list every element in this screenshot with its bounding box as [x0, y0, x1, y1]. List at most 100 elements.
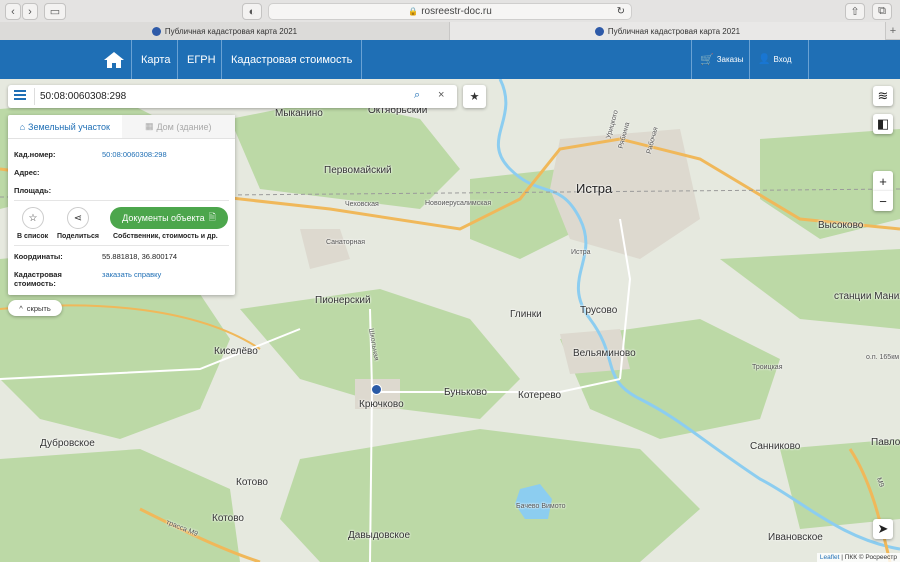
tab-land-plot-label: Земельный участок: [28, 121, 110, 132]
share-label: Поделиться: [57, 233, 100, 240]
browser-tab[interactable]: Публичная кадастровая карта 2021: [0, 22, 450, 40]
favorites-star-icon[interactable]: ★: [463, 85, 486, 108]
map-canvas[interactable]: Мыканино Октябрьский Первомайский Чеховс…: [0, 79, 900, 562]
place-label: Ивановское: [768, 532, 823, 543]
parcel-marker[interactable]: [371, 384, 382, 395]
address-text: rosreestr-doc.ru: [421, 6, 492, 17]
leaflet-link[interactable]: Leaflet: [820, 554, 840, 561]
back-button[interactable]: ‹: [5, 3, 21, 20]
tab-land-plot[interactable]: ⌂ Земельный участок: [8, 115, 122, 138]
nav-divider: [361, 40, 362, 79]
locate-icon[interactable]: ➤: [873, 519, 893, 539]
cart-icon: 🛒: [700, 54, 714, 66]
reload-icon[interactable]: ↻: [617, 6, 625, 17]
coords-label: Координаты:: [14, 252, 63, 261]
privacy-icon[interactable]: ◐: [242, 3, 262, 20]
nav-cadastral-cost[interactable]: Кадастровая стоимость: [221, 40, 361, 79]
place-label: Троицкая: [752, 364, 783, 371]
share-icon[interactable]: ⋖: [67, 207, 89, 229]
clear-icon[interactable]: ×: [438, 89, 444, 101]
cad-number-label: Кад.номер:: [14, 150, 56, 159]
chevron-up-icon: ^: [19, 303, 23, 313]
nav-map[interactable]: Карта: [131, 40, 177, 79]
zoom-out-button[interactable]: −: [873, 191, 893, 211]
place-label: Новоиерусалимская: [425, 200, 492, 207]
search-input[interactable]: [40, 88, 410, 105]
search-icon[interactable]: ⌕: [414, 89, 420, 102]
place-label: Трусово: [580, 305, 618, 316]
browser-toolbar: ‹ › ▭ ◐ 🔒 rosreestr-doc.ru ↻ ⇧ ⧉: [0, 0, 900, 22]
document-icon: 🗎: [208, 212, 216, 222]
place-label: о.п. 165км: [866, 354, 900, 361]
place-label: Истра: [571, 249, 591, 256]
home-icon[interactable]: [98, 40, 130, 79]
place-label: Мыканино: [275, 108, 323, 119]
favicon-icon: [151, 26, 161, 36]
documents-button[interactable]: Документы объекта 🗎: [110, 207, 228, 229]
place-label: Глинки: [510, 309, 542, 320]
forward-button[interactable]: ›: [22, 3, 38, 20]
place-label: Чеховская: [345, 201, 379, 208]
browser-chrome: ‹ › ▭ ◐ 🔒 rosreestr-doc.ru ↻ ⇧ ⧉ Публичн…: [0, 0, 900, 40]
divider: [14, 200, 229, 201]
place-label: Котерево: [518, 390, 562, 401]
place-label: Первомайский: [324, 165, 392, 176]
address-bar[interactable]: 🔒 rosreestr-doc.ru ↻: [268, 3, 632, 20]
sidebar-toggle-icon[interactable]: ▭: [44, 3, 66, 20]
share-icon[interactable]: ⇧: [845, 3, 865, 20]
tab-title: Публичная кадастровая карта 2021: [164, 26, 298, 36]
login-label: Вход: [773, 55, 792, 64]
coords-value: 55.881818, 36.800174: [102, 252, 178, 261]
search-divider: [34, 88, 35, 105]
search-bar: ⌕ ×: [8, 85, 457, 108]
hide-panel-button[interactable]: ^ скрыть: [8, 300, 62, 316]
login-button[interactable]: 👤 Вход: [749, 40, 809, 79]
orders-button[interactable]: 🛒 Заказы: [691, 40, 749, 79]
user-icon: 👤: [758, 54, 771, 65]
order-certificate-link[interactable]: заказать справку: [102, 270, 161, 279]
parcel-icon: ⌂: [19, 121, 26, 132]
new-tab-button[interactable]: +: [886, 22, 900, 40]
hide-panel-label: скрыть: [26, 303, 51, 313]
browser-tab[interactable]: Публичная кадастровая карта 2021: [450, 22, 886, 40]
place-label: станции Манихино: [834, 291, 900, 302]
object-info-panel: ⌂ Земельный участок ▦ Дом (здание) Кад.н…: [8, 115, 235, 295]
place-label: Вельяминово: [573, 348, 636, 359]
cadastral-cost-label: Кадастровая стоимость:: [14, 270, 62, 288]
lock-icon: 🔒: [408, 7, 419, 16]
place-label: Котово: [212, 513, 244, 524]
tab-title: Публичная кадастровая карта 2021: [607, 26, 741, 36]
place-label: Санаторная: [326, 239, 366, 246]
object-type-tabs: ⌂ Земельный участок ▦ Дом (здание): [8, 115, 235, 139]
area-label: Площадь:: [14, 186, 52, 195]
place-label: Крючково: [359, 399, 404, 410]
documents-subtitle: Собственник, стоимость и др.: [113, 233, 218, 240]
place-label: Истра: [576, 181, 613, 196]
place-label: Котово: [236, 477, 268, 488]
place-label: Давыдовское: [348, 530, 411, 541]
tabs-overview-icon[interactable]: ⧉: [872, 3, 892, 20]
tab-building-label: Дом (здание): [156, 121, 212, 132]
nav-cadastral-cost-label: Кадастровая стоимость: [231, 53, 353, 66]
layers-icon[interactable]: ≋: [873, 86, 893, 106]
tab-strip: Публичная кадастровая карта 2021 Публичн…: [0, 22, 900, 40]
nav-egrn-label: ЕГРН: [187, 53, 216, 66]
menu-icon[interactable]: [14, 90, 26, 102]
attribution-text: | ПКК © Росреестр: [841, 554, 897, 561]
place-label: Пионерский: [315, 295, 371, 306]
to-list-label: В список: [17, 233, 49, 240]
star-icon[interactable]: ☆: [22, 207, 44, 229]
favicon-icon: [594, 26, 604, 36]
place-label: Санниково: [750, 441, 801, 452]
map-attribution: Leaflet | ПКК © Росреестр: [816, 553, 900, 562]
address-label: Адрес:: [14, 168, 40, 177]
zoom-in-button[interactable]: +: [873, 171, 893, 191]
place-label: Дубровское: [40, 438, 95, 449]
building-icon: ▦: [144, 121, 154, 131]
place-label: Высоково: [818, 220, 864, 231]
map-mode-icon[interactable]: ◧: [873, 114, 893, 134]
site-navbar: Карта ЕГРН Кадастровая стоимость 🛒 Заказ…: [0, 40, 900, 79]
nav-egrn[interactable]: ЕГРН: [177, 40, 221, 79]
tab-building[interactable]: ▦ Дом (здание): [121, 115, 235, 138]
cad-number-value[interactable]: 50:08:0060308:298: [102, 150, 167, 159]
